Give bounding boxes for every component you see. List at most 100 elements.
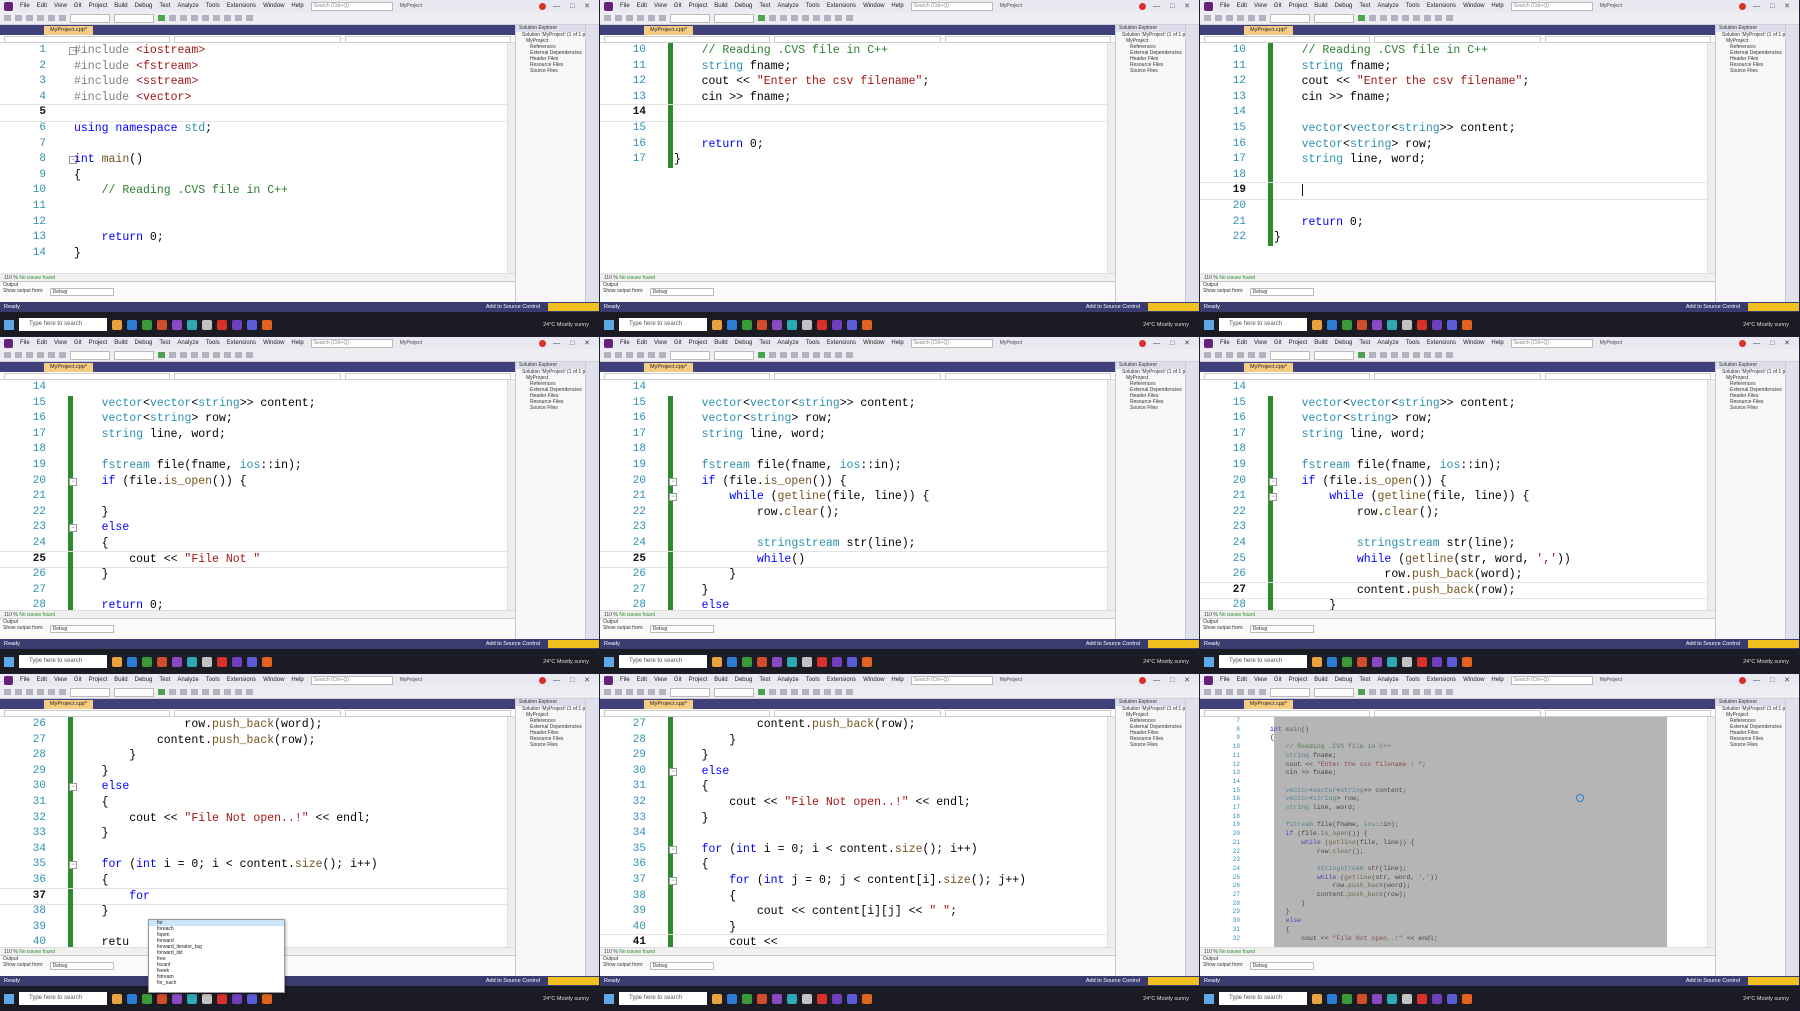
notification-area[interactable] bbox=[1148, 303, 1199, 311]
config-dropdown[interactable] bbox=[1270, 687, 1310, 697]
taskbar-app-icon[interactable] bbox=[172, 993, 182, 1004]
menu-item[interactable]: Help bbox=[1491, 3, 1503, 9]
taskbar-app-icon[interactable] bbox=[232, 319, 242, 330]
taskbar-app-icon[interactable] bbox=[1402, 993, 1412, 1004]
toolbar-button-icon[interactable] bbox=[235, 689, 242, 695]
taskbar-app-icon[interactable] bbox=[127, 993, 137, 1004]
toolbar-button-icon[interactable] bbox=[235, 15, 242, 21]
menu-item[interactable]: File bbox=[620, 3, 630, 9]
vertical-scrollbar[interactable] bbox=[1707, 43, 1715, 273]
config-dropdown[interactable] bbox=[670, 350, 710, 360]
tab-myproject-cpp[interactable]: MyProject.cpp* bbox=[1244, 26, 1293, 35]
scope-dropdown[interactable] bbox=[1374, 710, 1541, 717]
toolbar-button-icon[interactable] bbox=[769, 15, 776, 21]
menu-item[interactable]: Help bbox=[1491, 677, 1503, 683]
menu-item[interactable]: Tools bbox=[206, 340, 220, 346]
member-dropdown[interactable] bbox=[944, 36, 1111, 43]
toolbar-button-icon[interactable] bbox=[180, 689, 187, 695]
start-debug-icon[interactable] bbox=[158, 352, 165, 358]
menu-item[interactable]: Help bbox=[1491, 340, 1503, 346]
menu-item[interactable]: View bbox=[54, 3, 67, 9]
menu-item[interactable]: Git bbox=[1274, 340, 1282, 346]
platform-dropdown[interactable] bbox=[714, 13, 754, 23]
toolbar-button-icon[interactable] bbox=[180, 352, 187, 358]
taskbar-app-icon[interactable] bbox=[1417, 319, 1427, 330]
vertical-scrollbar[interactable] bbox=[1107, 43, 1115, 273]
taskbar-app-icon[interactable] bbox=[1432, 656, 1442, 667]
platform-dropdown[interactable] bbox=[114, 13, 154, 23]
toolbar-button-icon[interactable] bbox=[802, 689, 809, 695]
menu-item[interactable]: Tools bbox=[1406, 3, 1420, 9]
project-dropdown[interactable] bbox=[1204, 710, 1371, 717]
taskbar-app-icon[interactable] bbox=[1432, 993, 1442, 1004]
menu-item[interactable]: File bbox=[620, 677, 630, 683]
menu-item[interactable]: Tools bbox=[1406, 340, 1420, 346]
menu-item[interactable]: Debug bbox=[1335, 3, 1353, 9]
weather-widget[interactable]: 24°C Mostly sunny bbox=[1143, 659, 1189, 665]
toolbar-button-icon[interactable] bbox=[1369, 689, 1376, 695]
weather-widget[interactable]: 24°C Mostly sunny bbox=[543, 322, 589, 328]
taskbar-app-icon[interactable] bbox=[1387, 656, 1397, 667]
menu-item[interactable]: Analyze bbox=[177, 340, 198, 346]
toolbar-button-icon[interactable] bbox=[48, 352, 55, 358]
menu-item[interactable]: Project bbox=[1289, 3, 1308, 9]
toolbar-button-icon[interactable] bbox=[648, 15, 655, 21]
member-dropdown[interactable] bbox=[1544, 36, 1711, 43]
windows-start-icon[interactable] bbox=[1204, 319, 1214, 330]
menu-item[interactable]: Extensions bbox=[827, 340, 856, 346]
platform-dropdown[interactable] bbox=[1314, 687, 1354, 697]
toolbar-button-icon[interactable] bbox=[1369, 352, 1376, 358]
scope-dropdown[interactable] bbox=[774, 710, 941, 717]
taskbar-app-icon[interactable] bbox=[247, 319, 257, 330]
menu-item[interactable]: Extensions bbox=[1427, 677, 1456, 683]
toolbar-button-icon[interactable] bbox=[4, 15, 11, 21]
taskbar-app-icon[interactable] bbox=[847, 656, 857, 667]
menu-item[interactable]: View bbox=[654, 677, 667, 683]
taskbar-app-icon[interactable] bbox=[1342, 656, 1352, 667]
toolbar-button-icon[interactable] bbox=[1215, 15, 1222, 21]
taskbar-app-icon[interactable] bbox=[832, 656, 842, 667]
config-dropdown[interactable] bbox=[670, 687, 710, 697]
vertical-scrollbar[interactable] bbox=[507, 717, 515, 947]
window-controls[interactable]: — □ ✕ bbox=[553, 2, 594, 10]
toolbar-button-icon[interactable] bbox=[659, 15, 666, 21]
menu-item[interactable]: Tools bbox=[806, 340, 820, 346]
toolbar-button-icon[interactable] bbox=[1435, 15, 1442, 21]
menu-item[interactable]: Window bbox=[1463, 340, 1484, 346]
output-source-dropdown[interactable]: Debug bbox=[649, 962, 714, 970]
search-input[interactable]: Search (Ctrl+Q) bbox=[1510, 675, 1593, 685]
toolbar-button-icon[interactable] bbox=[4, 352, 11, 358]
menu-item[interactable]: Edit bbox=[37, 3, 47, 9]
menu-item[interactable]: Test bbox=[759, 340, 770, 346]
taskbar-app-icon[interactable] bbox=[1417, 993, 1427, 1004]
menu-item[interactable]: Analyze bbox=[1377, 340, 1398, 346]
solution-tree-item[interactable]: Source Files bbox=[1116, 742, 1185, 748]
toolbar-button-icon[interactable] bbox=[1248, 15, 1255, 21]
menu-item[interactable]: Test bbox=[1359, 677, 1370, 683]
menu-item[interactable]: Build bbox=[1314, 3, 1327, 9]
config-dropdown[interactable] bbox=[70, 687, 110, 697]
taskbar-search-input[interactable]: Type here to search bbox=[619, 992, 707, 1005]
toolbar-button-icon[interactable] bbox=[1259, 689, 1266, 695]
output-source-dropdown[interactable]: Debug bbox=[649, 625, 714, 633]
menu-item[interactable]: File bbox=[20, 3, 30, 9]
toolbar-button-icon[interactable] bbox=[224, 352, 231, 358]
toolbar-button-icon[interactable] bbox=[802, 352, 809, 358]
taskbar-app-icon[interactable] bbox=[1372, 319, 1382, 330]
taskbar-app-icon[interactable] bbox=[712, 319, 722, 330]
taskbar-app-icon[interactable] bbox=[1447, 656, 1457, 667]
vertical-scrollbar[interactable] bbox=[1107, 380, 1115, 610]
menu-item[interactable]: Build bbox=[714, 340, 727, 346]
scope-dropdown[interactable] bbox=[174, 373, 341, 380]
toolbar-button-icon[interactable] bbox=[1248, 689, 1255, 695]
taskbar-search-input[interactable]: Type here to search bbox=[619, 318, 707, 331]
search-input[interactable]: Search (Ctrl+Q) bbox=[310, 338, 393, 348]
taskbar-app-icon[interactable] bbox=[772, 319, 782, 330]
tab-myproject-cpp[interactable]: MyProject.cpp* bbox=[1244, 363, 1293, 372]
menu-item[interactable]: Edit bbox=[637, 677, 647, 683]
menu-item[interactable]: Help bbox=[291, 340, 303, 346]
toolbar-button-icon[interactable] bbox=[37, 352, 44, 358]
tab-myproject-cpp[interactable]: MyProject.cpp* bbox=[44, 363, 93, 372]
menu-item[interactable]: Test bbox=[1359, 3, 1370, 9]
taskbar-app-icon[interactable] bbox=[832, 319, 842, 330]
